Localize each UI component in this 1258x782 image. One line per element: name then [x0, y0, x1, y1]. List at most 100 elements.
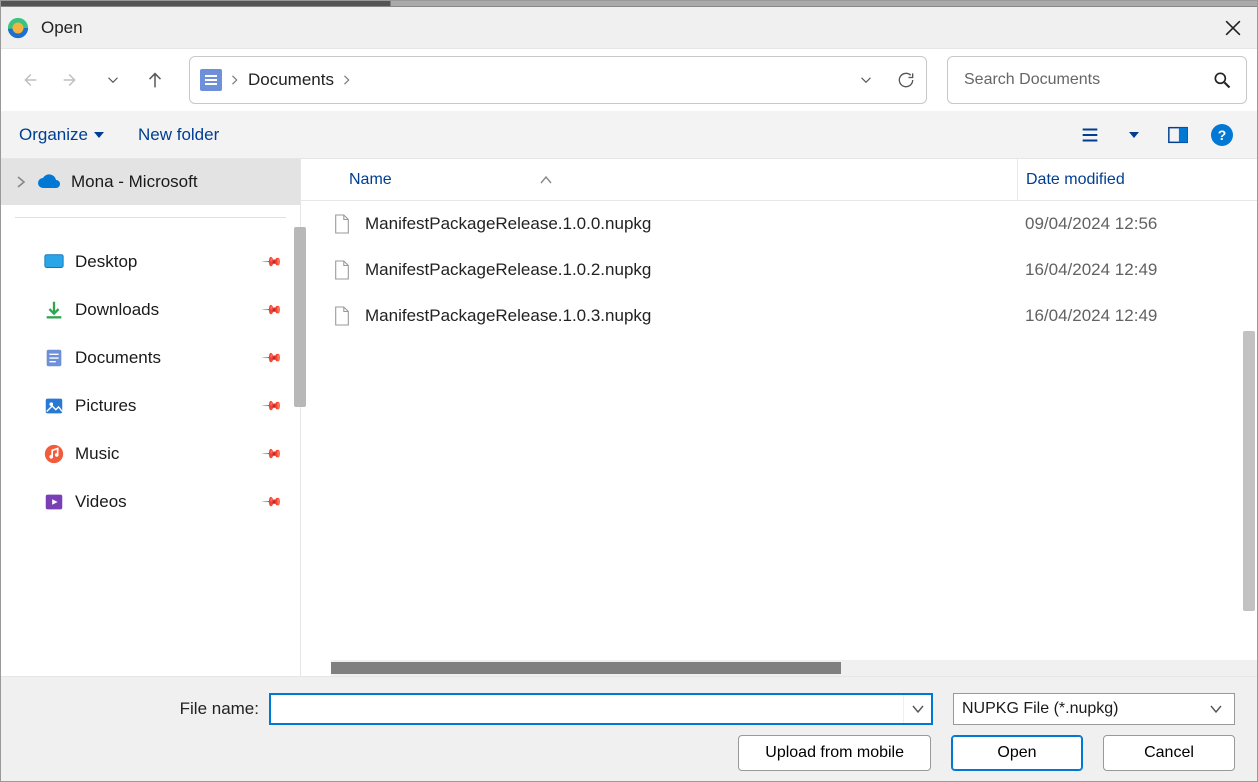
- cancel-button[interactable]: Cancel: [1103, 735, 1235, 771]
- sidebar-item-label: Desktop: [75, 252, 137, 272]
- file-name: ManifestPackageRelease.1.0.0.nupkg: [365, 214, 1017, 234]
- column-header-name[interactable]: Name: [349, 171, 1017, 189]
- filetype-label: NUPKG File (*.nupkg): [962, 700, 1119, 718]
- file-list-area: Name Date modified ManifestPackageReleas…: [301, 159, 1257, 676]
- file-date: 09/04/2024 12:56: [1017, 214, 1257, 234]
- file-name: ManifestPackageRelease.1.0.3.nupkg: [365, 306, 1017, 326]
- sidebar-item-videos[interactable]: Videos📌: [1, 478, 300, 526]
- onedrive-icon: [37, 174, 61, 190]
- preview-pane-icon: [1167, 124, 1189, 146]
- preview-pane-button[interactable]: [1161, 118, 1195, 152]
- upload-from-mobile-button[interactable]: Upload from mobile: [738, 735, 931, 771]
- documents-location-icon: [200, 69, 222, 91]
- videos-icon: [43, 491, 65, 513]
- new-folder-label: New folder: [138, 125, 219, 145]
- pin-icon: 📌: [261, 299, 284, 322]
- column-header-date[interactable]: Date modified: [1017, 159, 1257, 200]
- breadcrumb-separator: [230, 75, 240, 85]
- sidebar-item-label: Pictures: [75, 396, 136, 416]
- column-headers: Name Date modified: [301, 159, 1257, 201]
- vertical-scrollbar[interactable]: [1243, 331, 1255, 611]
- filename-history-button[interactable]: [903, 695, 931, 723]
- chevron-right-icon: [230, 75, 240, 85]
- arrow-left-icon: [18, 69, 40, 91]
- open-button[interactable]: Open: [951, 735, 1083, 771]
- command-bar: Organize New folder ?: [1, 111, 1257, 159]
- help-button[interactable]: ?: [1205, 118, 1239, 152]
- sidebar-item-documents[interactable]: Documents📌: [1, 334, 300, 382]
- file-row[interactable]: ManifestPackageRelease.1.0.2.nupkg16/04/…: [301, 247, 1257, 293]
- sidebar-account-row[interactable]: Mona - Microsoft: [1, 159, 300, 205]
- body-area: Mona - Microsoft Desktop 📌 Downloads 📌 Docum…: [1, 159, 1257, 676]
- list-view-icon: [1079, 124, 1101, 146]
- breadcrumb-separator: [342, 75, 352, 85]
- search-input[interactable]: [962, 70, 1212, 90]
- sidebar-item-label: Music: [75, 444, 119, 464]
- sidebar-item-music[interactable]: Music 📌: [1, 430, 300, 478]
- caret-down-icon: [1129, 132, 1139, 138]
- sidebar-account-label: Mona - Microsoft: [71, 172, 198, 192]
- horizontal-scrollbar[interactable]: [331, 660, 1257, 676]
- filetype-dropdown-button[interactable]: [1210, 705, 1234, 713]
- sidebar-divider: [15, 217, 286, 218]
- close-button[interactable]: [1209, 7, 1257, 49]
- refresh-icon: [896, 70, 916, 90]
- edge-icon: [7, 17, 29, 39]
- open-file-dialog: Open Documents: [0, 0, 1258, 782]
- sidebar-item-desktop[interactable]: Desktop 📌: [1, 238, 300, 286]
- breadcrumb-documents[interactable]: Documents: [248, 70, 334, 90]
- column-header-name-label: Name: [349, 171, 392, 189]
- pin-icon: 📌: [261, 443, 284, 466]
- back-button[interactable]: [11, 62, 47, 98]
- address-history-button[interactable]: [846, 60, 886, 100]
- view-mode-dropdown[interactable]: [1117, 118, 1151, 152]
- downloads-icon: [43, 299, 65, 321]
- sidebar-item-pictures[interactable]: Pictures📌: [1, 382, 300, 430]
- horizontal-scroll-thumb[interactable]: [331, 662, 841, 674]
- desktop-icon: [43, 251, 65, 273]
- titlebar: Open: [1, 7, 1257, 49]
- search-icon: [1212, 70, 1232, 90]
- recent-locations-button[interactable]: [95, 62, 131, 98]
- sidebar-item-label: Downloads: [75, 300, 159, 320]
- organize-menu[interactable]: Organize: [19, 125, 104, 145]
- caret-down-icon: [94, 132, 104, 138]
- filename-combobox[interactable]: [269, 693, 933, 725]
- file-name: ManifestPackageRelease.1.0.2.nupkg: [365, 260, 1017, 280]
- music-icon: [43, 443, 65, 465]
- pin-icon: 📌: [261, 491, 284, 514]
- file-row[interactable]: ManifestPackageRelease.1.0.0.nupkg09/04/…: [301, 201, 1257, 247]
- documents-icon: [43, 347, 65, 369]
- chevron-down-icon: [104, 71, 122, 89]
- filename-label: File name:: [23, 699, 269, 719]
- search-box[interactable]: [947, 56, 1247, 104]
- filename-input[interactable]: [271, 695, 903, 723]
- sidebar-item-downloads[interactable]: Downloads 📌: [1, 286, 300, 334]
- up-button[interactable]: [137, 62, 173, 98]
- file-icon: [333, 213, 355, 235]
- sort-indicator: [540, 176, 552, 184]
- chevron-up-icon: [540, 176, 552, 184]
- file-date: 16/04/2024 12:49: [1017, 260, 1257, 280]
- chevron-right-icon: [342, 75, 352, 85]
- file-icon: [333, 305, 355, 327]
- file-rows: ManifestPackageRelease.1.0.0.nupkg09/04/…: [301, 201, 1257, 676]
- chevron-right-icon: [15, 176, 27, 188]
- pictures-icon: [43, 395, 65, 417]
- pin-icon: 📌: [261, 251, 284, 274]
- filetype-combobox[interactable]: NUPKG File (*.nupkg): [953, 693, 1235, 725]
- file-row[interactable]: ManifestPackageRelease.1.0.3.nupkg16/04/…: [301, 293, 1257, 339]
- arrow-right-icon: [60, 69, 82, 91]
- window-title: Open: [41, 18, 83, 38]
- file-icon: [333, 259, 355, 281]
- view-mode-button[interactable]: [1073, 118, 1107, 152]
- organize-label: Organize: [19, 125, 88, 145]
- chevron-down-icon: [1210, 705, 1222, 713]
- forward-button[interactable]: [53, 62, 89, 98]
- refresh-button[interactable]: [886, 60, 926, 100]
- help-icon: ?: [1211, 124, 1233, 146]
- footer: File name: NUPKG File (*.nupkg) Upload f…: [1, 676, 1257, 781]
- navigation-bar: Documents: [1, 49, 1257, 111]
- address-bar[interactable]: Documents: [189, 56, 927, 104]
- new-folder-button[interactable]: New folder: [138, 125, 219, 145]
